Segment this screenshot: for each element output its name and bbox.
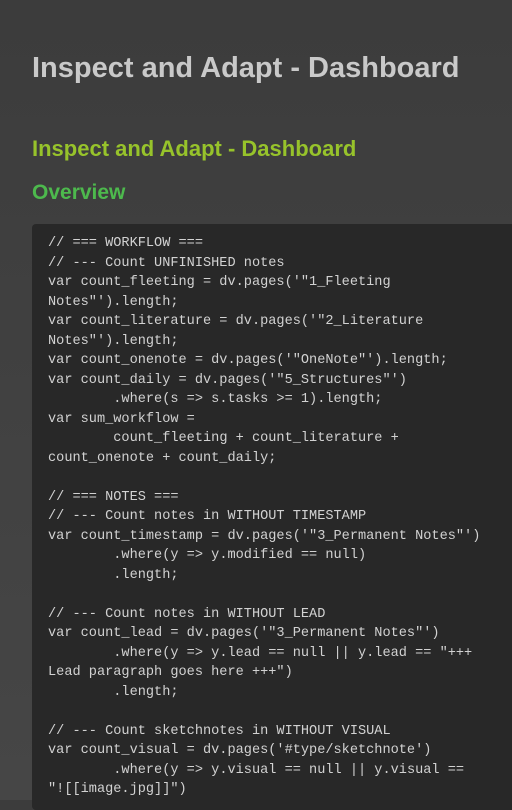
code-line: var count_onenote = dv.pages('"OneNote"'…	[48, 353, 448, 368]
code-line: var count_timestamp = dv.pages('"3_Perma…	[48, 528, 481, 544]
code-line: var count_visual = dv.pages('#type/sketc…	[48, 743, 432, 758]
code-line: .where(y => y.lead == null || y.lead == …	[48, 645, 473, 661]
code-line: var sum_workflow =	[48, 411, 195, 427]
code-line: Notes"').length;	[48, 294, 179, 310]
code-line: // === WORKFLOW ===	[48, 236, 203, 251]
code-line: var count_fleeting = dv.pages('"1_Fleeti…	[48, 275, 391, 290]
code-line: .where(y => y.visual == null || y.visual…	[48, 762, 465, 778]
code-line: // --- Count notes in WITHOUT LEAD	[48, 606, 326, 622]
code-line: .length;	[48, 684, 179, 700]
code-line: // --- Count UNFINISHED notes	[48, 255, 285, 271]
code-line: var count_daily = dv.pages('"5_Structure…	[48, 372, 407, 388]
code-line: "![[image.jpg]]")	[48, 782, 187, 797]
dashboard-heading: Inspect and Adapt - Dashboard	[32, 136, 357, 161]
code-line: .where(y => y.modified == null)	[48, 548, 367, 563]
overview-heading: Overview	[32, 181, 126, 204]
code-line: Notes"').length;	[48, 333, 179, 349]
code-line: // --- Count notes in WITHOUT TIMESTAMP	[48, 509, 367, 524]
code-line: count_onenote + count_daily;	[48, 450, 277, 466]
page-title: Inspect and Adapt - Dashboard	[32, 52, 460, 84]
code-block[interactable]: // === WORKFLOW === // --- Count UNFINISH…	[32, 224, 512, 810]
code-line: var count_lead = dv.pages('"3_Permanent …	[48, 626, 440, 641]
code-line: Lead paragraph goes here +++")	[48, 665, 293, 680]
code-line: .length;	[48, 567, 179, 583]
code-line: var count_literature = dv.pages('"2_Lite…	[48, 314, 424, 329]
code-line: // --- Count sketchnotes in WITHOUT VISU…	[48, 723, 391, 739]
code-line: count_fleeting + count_literature +	[48, 431, 399, 446]
code-line: // === NOTES ===	[48, 489, 179, 505]
code-line: .where(s => s.tasks >= 1).length;	[48, 392, 383, 407]
